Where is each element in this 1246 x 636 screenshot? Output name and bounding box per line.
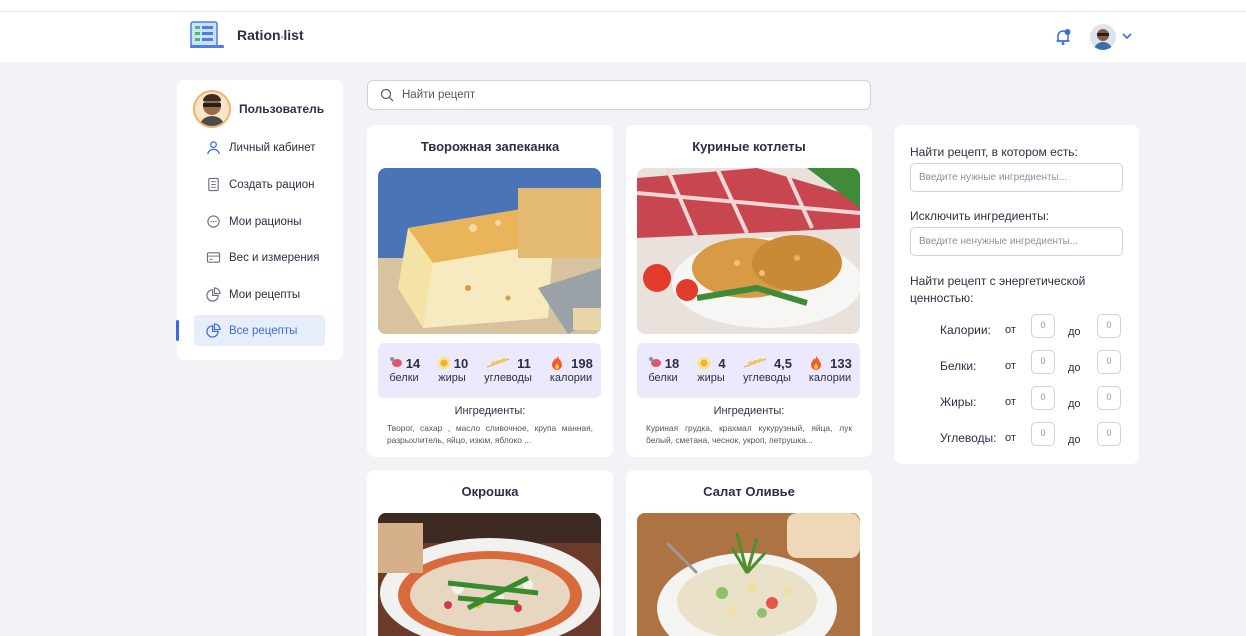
protein-min-input[interactable]: 0 — [1031, 350, 1055, 374]
fat-stat: 4 жиры — [697, 355, 726, 385]
from-label: от — [1005, 360, 1016, 372]
card-icon — [206, 252, 221, 263]
nutrition-panel: 14 белки 10 жиры 11 углеводы 198 калории — [378, 343, 601, 398]
sidebar-item-label: Вес и измерения — [229, 251, 320, 264]
document-icon — [208, 177, 219, 192]
ingredients-heading: Ингредиенты: — [713, 405, 785, 417]
ingredients-text: Куриная грудка, крахмал кукурузный, яйца… — [646, 423, 852, 446]
user-icon — [207, 141, 220, 155]
search-input[interactable] — [402, 89, 842, 101]
sidebar-item-all-recipes[interactable]: Все рецепты — [194, 315, 325, 346]
wheat-icon — [743, 358, 767, 368]
sidebar-item-create-ration[interactable]: Создать рацион — [194, 169, 325, 200]
fat-min-input[interactable]: 0 — [1031, 386, 1055, 410]
recipe-title: Окрошка — [461, 484, 519, 499]
protein-stat: 18 белки — [648, 355, 680, 385]
from-label: от — [1005, 432, 1016, 444]
calories-stat: 133 калории — [808, 355, 852, 385]
app-name: Ration▫list — [237, 27, 304, 43]
exclude-label: Исключить ингредиенты: — [910, 209, 1050, 223]
filter-panel: Найти рецепт, в котором есть: Исключить … — [894, 125, 1139, 464]
carbs-range-label: Углеводы: — [940, 431, 997, 445]
sidebar-item-profile[interactable]: Личный кабинет — [194, 132, 325, 163]
calories-max-input[interactable]: 0 — [1097, 314, 1121, 338]
calories-min-input[interactable]: 0 — [1031, 314, 1055, 338]
include-label: Найти рецепт, в котором есть: — [910, 145, 1078, 159]
energy-label: Найти рецепт с энергетической ценностью: — [910, 274, 1086, 306]
user-avatar[interactable] — [1090, 24, 1116, 50]
nutrition-panel: 18 белки 4 жиры 4,5 углеводы 133 калории — [637, 343, 860, 398]
ingredients-heading: Ингредиенты: — [454, 405, 526, 417]
notification-bell-icon[interactable] — [1052, 26, 1074, 48]
recipe-image[interactable] — [637, 513, 860, 636]
recipe-image[interactable] — [378, 513, 601, 636]
user-name: Пользователь — [239, 102, 325, 116]
carbs-max-input[interactable]: 0 — [1097, 422, 1121, 446]
from-label: от — [1005, 396, 1016, 408]
carbs-stat: 11 углеводы — [484, 355, 532, 385]
to-label: до — [1068, 362, 1081, 374]
sidebar-item-my-rations[interactable]: Мои рационы — [194, 206, 325, 237]
exclude-ingredients-input[interactable] — [910, 227, 1123, 256]
protein-stat: 14 белки — [389, 355, 421, 385]
calories-range-label: Калории: — [940, 323, 991, 337]
to-label: до — [1068, 398, 1081, 410]
recipe-card[interactable]: Окрошка — [367, 470, 613, 636]
chat-icon — [207, 215, 220, 228]
ingredients-text: Творог, сахар , масло сливочное, крупа м… — [387, 423, 593, 446]
to-label: до — [1068, 326, 1081, 338]
fat-range-label: Жиры: — [940, 395, 977, 409]
carbs-min-input[interactable]: 0 — [1031, 422, 1055, 446]
app-logo[interactable]: Ration▫list — [190, 21, 304, 49]
top-strip — [0, 0, 1246, 12]
egg-icon — [697, 356, 711, 370]
recipe-image[interactable] — [637, 168, 860, 334]
from-label: от — [1005, 324, 1016, 336]
recipe-card[interactable]: Творожная запеканка 14 белки 10 жиры 11 … — [367, 125, 613, 457]
recipe-title: Салат Оливье — [703, 484, 795, 499]
to-label: до — [1068, 434, 1081, 446]
sidebar-item-my-recipes[interactable]: Мои рецепты — [194, 279, 325, 310]
protein-range-label: Белки: — [940, 359, 977, 373]
chevron-down-icon[interactable] — [1120, 29, 1134, 43]
include-ingredients-input[interactable] — [910, 163, 1123, 192]
recipe-title: Куриные котлеты — [692, 139, 806, 154]
recipe-image[interactable] — [378, 168, 601, 334]
app-header: Ration▫list — [0, 12, 1246, 62]
fat-max-input[interactable]: 0 — [1097, 386, 1121, 410]
avatar — [193, 90, 231, 128]
recipe-search[interactable] — [367, 80, 871, 110]
search-icon — [380, 88, 394, 102]
fat-stat: 10 жиры — [434, 355, 470, 384]
logo-icon — [190, 21, 224, 49]
carbs-stat: 4,5 углеводы — [743, 355, 793, 385]
active-indicator — [176, 320, 179, 341]
sidebar-item-label: Все рецепты — [229, 324, 298, 337]
protein-max-input[interactable]: 0 — [1097, 350, 1121, 374]
sidebar: Пользователь Личный кабинет Создать раци… — [177, 80, 343, 360]
meat-icon — [648, 357, 661, 367]
sidebar-item-label: Мои рационы — [229, 215, 302, 228]
meat-icon — [389, 357, 402, 367]
pie-chart-icon — [206, 323, 221, 338]
sidebar-user[interactable]: Пользователь — [193, 90, 324, 128]
recipe-title: Творожная запеканка — [420, 139, 560, 154]
sidebar-item-label: Мои рецепты — [229, 288, 301, 301]
sidebar-item-label: Создать рацион — [229, 178, 315, 191]
pie-chart-icon — [206, 287, 221, 302]
recipe-card[interactable]: Куриные котлеты 18 белки 4 жиры 4,5 угле… — [626, 125, 872, 457]
wheat-icon — [486, 358, 510, 368]
sidebar-item-label: Личный кабинет — [229, 141, 316, 154]
fire-icon — [552, 356, 563, 370]
egg-icon — [437, 356, 451, 370]
fire-icon — [811, 356, 822, 370]
calories-stat: 198 калории — [549, 355, 593, 385]
sidebar-item-weight[interactable]: Вес и измерения — [194, 242, 325, 273]
recipe-card[interactable]: Салат Оливье — [626, 470, 872, 636]
